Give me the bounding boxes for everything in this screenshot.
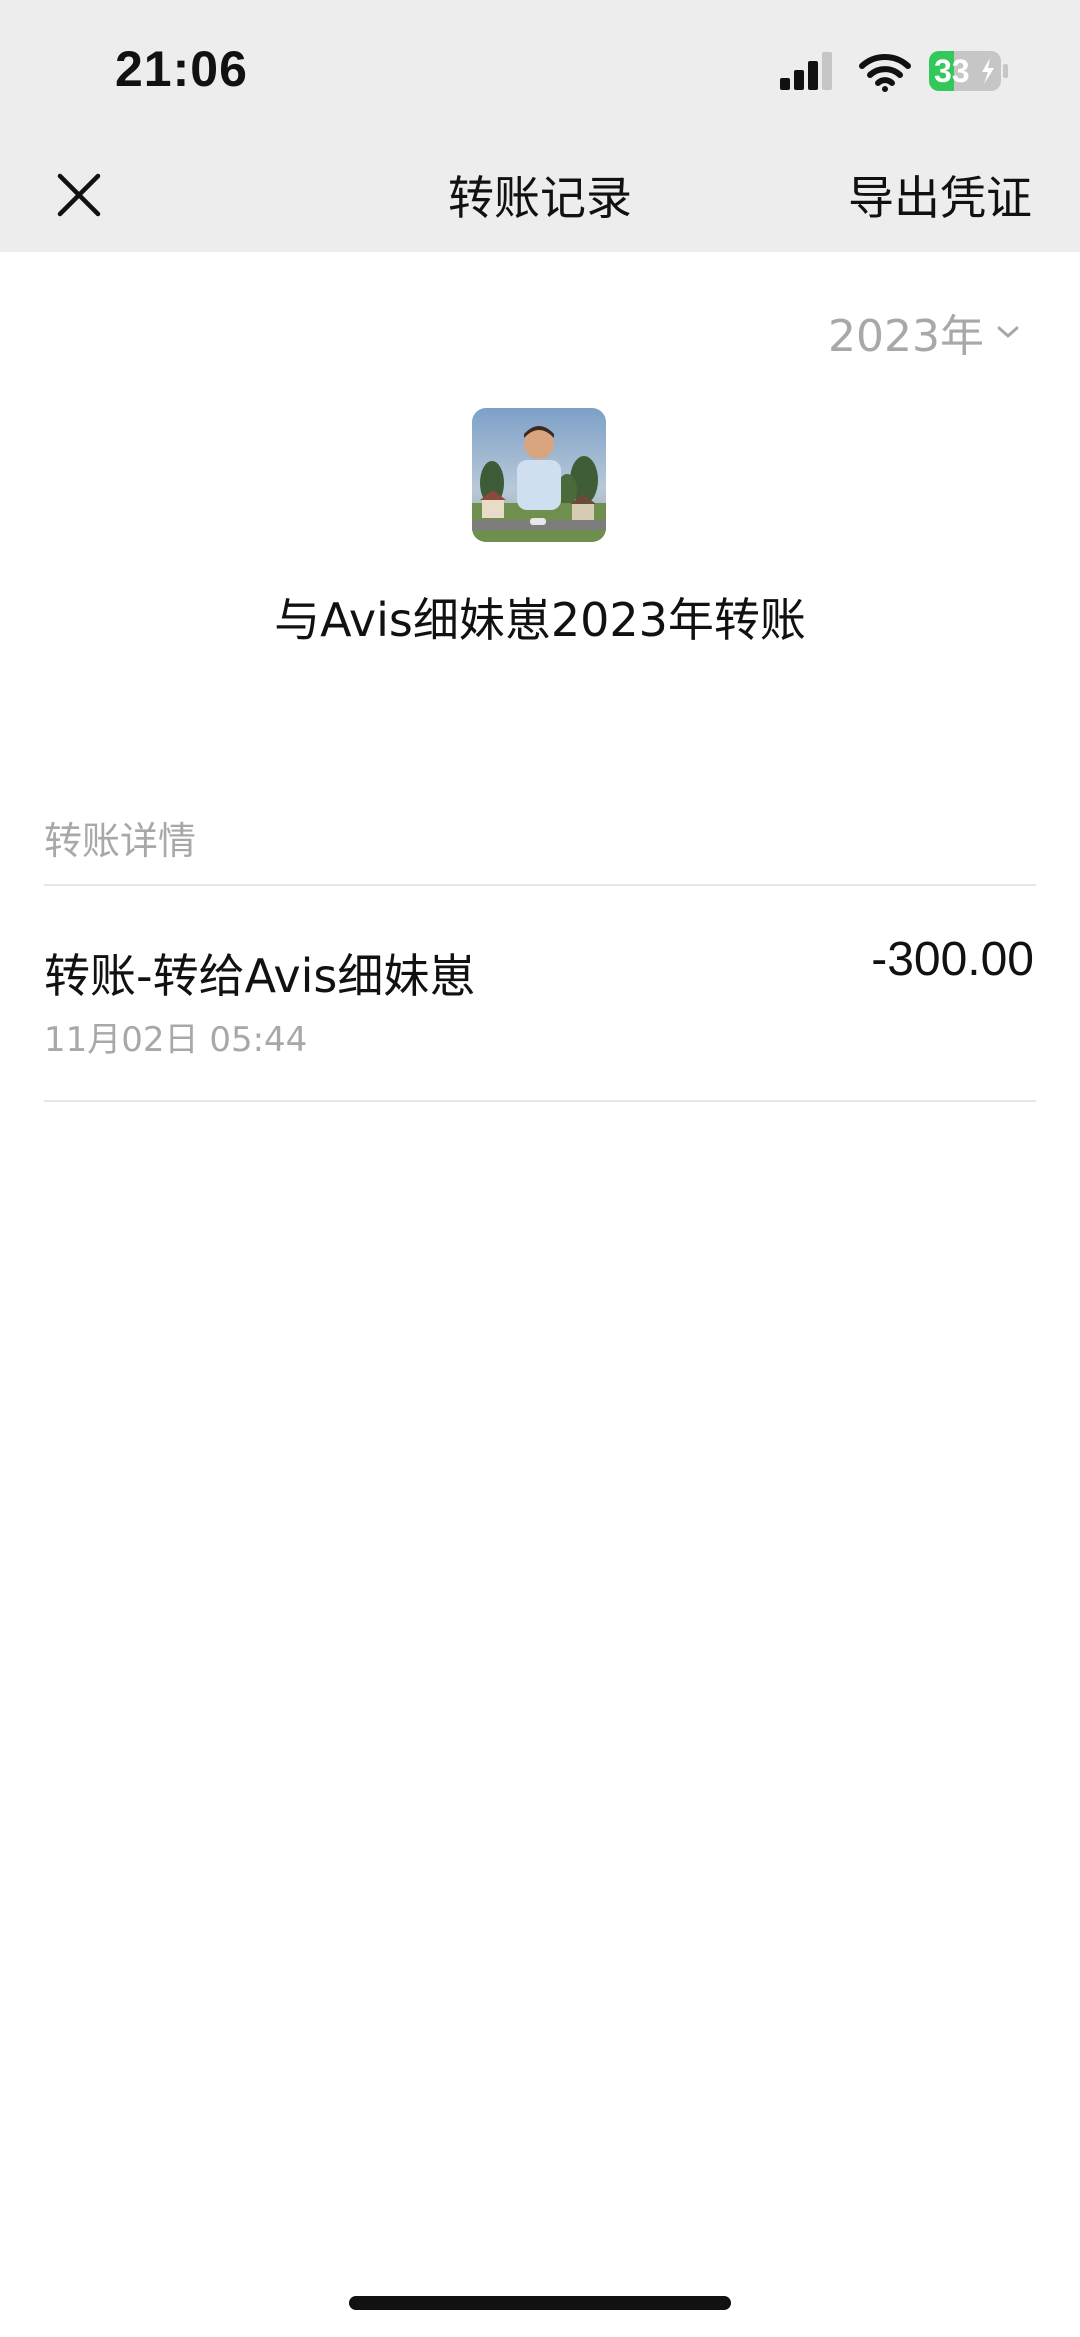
header: 21:06 33 转账记录 导出凭证 [0,0,1080,252]
avatar-photo [472,408,606,542]
status-icons: 33 [780,50,1010,96]
year-selector[interactable]: 2023年 [828,300,1020,364]
transfer-summary: 与Avis细妹崽2023年转账 [274,593,806,647]
wifi-icon [859,54,911,92]
transaction-row[interactable]: 转账-转给Avis细妹崽 11月02日 05:44 -300.00 [0,886,1080,1100]
transaction-date: 11月02日 05:44 [44,1020,308,1060]
section-title: 转账详情 [44,819,197,863]
transfer-records-screen: 21:06 33 转账记录 导出凭证 2023年 与Avis细妹崽2023年转账… [0,0,1080,2337]
year-label: 2023年 [828,311,984,362]
battery-charging-icon: 33 [928,50,1010,92]
chevron-down-icon [997,326,1019,338]
home-indicator[interactable] [349,2296,731,2310]
transaction-amount: -300.00 [871,933,1034,986]
avatar[interactable] [472,408,606,542]
transaction-title: 转账-转给Avis细妹崽 [44,949,476,1003]
divider [44,1100,1036,1102]
status-time: 21:06 [115,41,248,97]
battery-level: 33 [934,53,970,89]
export-voucher-button[interactable]: 导出凭证 [848,162,1032,228]
cellular-signal-icon [780,52,832,90]
